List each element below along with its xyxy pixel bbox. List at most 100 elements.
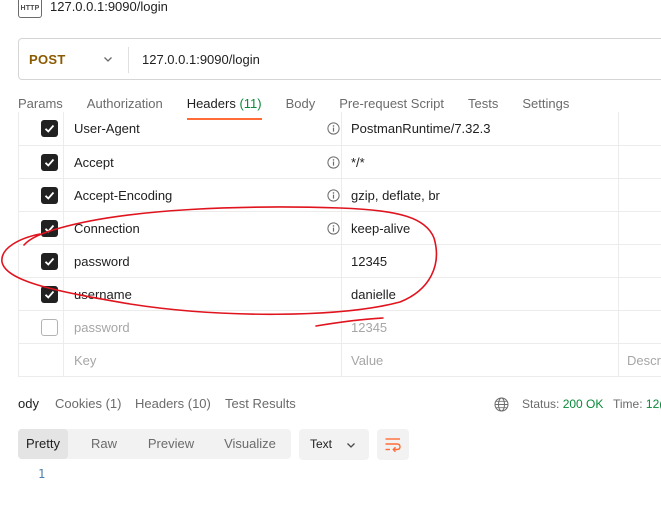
info-icon[interactable] — [327, 222, 340, 235]
table-row: Connection keep-alive — [18, 212, 661, 245]
row-checkbox[interactable] — [41, 319, 58, 336]
header-key: username — [74, 287, 132, 302]
view-preview-button[interactable]: Preview — [138, 429, 204, 459]
row-checkbox-cell — [19, 212, 64, 245]
header-key: Connection — [74, 221, 140, 236]
tab-response-body[interactable]: ody — [18, 396, 39, 411]
description-cell[interactable] — [619, 311, 661, 344]
description-cell[interactable] — [619, 245, 661, 278]
wrap-lines-button[interactable] — [377, 429, 409, 460]
row-checkbox[interactable] — [41, 154, 58, 171]
info-icon[interactable] — [327, 156, 340, 169]
row-checkbox[interactable] — [41, 120, 58, 137]
value-cell[interactable]: 12345 — [342, 311, 619, 344]
method-select[interactable]: POST — [29, 39, 66, 79]
value-cell[interactable]: 12345 — [342, 245, 619, 278]
chevron-down-icon[interactable] — [103, 54, 113, 64]
check-icon — [44, 257, 55, 266]
value-cell[interactable]: keep-alive — [342, 212, 619, 245]
time-label: Time: — [613, 397, 643, 411]
url-bar: POST 127.0.0.1:9090/login — [18, 38, 661, 80]
response-view-toggle: Pretty Raw Preview Visualize — [18, 429, 291, 459]
tab-headers-label: Headers — [186, 96, 236, 111]
row-checkbox-cell — [19, 146, 64, 179]
row-checkbox-cell — [19, 311, 64, 344]
new-value-input[interactable]: Value — [342, 344, 619, 377]
row-checkbox-cell — [19, 112, 64, 146]
info-icon[interactable] — [327, 122, 340, 135]
key-placeholder: Key — [74, 353, 97, 368]
header-value: keep-alive — [351, 221, 411, 236]
response-status[interactable]: Status: 200 OK — [522, 397, 603, 411]
key-cell[interactable]: Accept — [64, 146, 342, 179]
header-value: PostmanRuntime/7.32.3 — [351, 121, 491, 136]
check-icon — [44, 290, 55, 299]
table-row: username danielle — [18, 278, 661, 311]
description-cell[interactable] — [619, 278, 661, 311]
view-pretty-button[interactable]: Pretty — [18, 429, 68, 459]
line-number: 1 — [38, 467, 46, 481]
header-value: danielle — [351, 287, 396, 302]
row-checkbox[interactable] — [41, 253, 58, 270]
wrap-lines-icon — [385, 438, 401, 453]
response-format-select[interactable]: Text — [299, 429, 369, 460]
key-cell[interactable]: Connection — [64, 212, 342, 245]
new-description-input[interactable]: Descri — [619, 344, 661, 377]
key-cell[interactable]: password — [64, 311, 342, 344]
header-value: gzip, deflate, br — [351, 188, 440, 203]
row-checkbox[interactable] — [41, 286, 58, 303]
value-cell[interactable]: gzip, deflate, br — [342, 179, 619, 212]
description-cell[interactable] — [619, 212, 661, 245]
check-icon — [44, 191, 55, 200]
key-cell[interactable]: username — [64, 278, 342, 311]
header-key: User-Agent — [74, 121, 140, 136]
info-icon[interactable] — [327, 189, 340, 202]
request-tab-header[interactable]: HTTP 127.0.0.1:9090/login — [0, 0, 661, 20]
view-raw-button[interactable]: Raw — [78, 429, 130, 459]
status-label: Status: — [522, 397, 560, 411]
row-checkbox-cell — [19, 278, 64, 311]
description-cell[interactable] — [619, 179, 661, 212]
check-icon — [44, 158, 55, 167]
row-checkbox-cell — [19, 179, 64, 212]
description-cell[interactable] — [619, 112, 661, 145]
new-key-input[interactable]: Key — [64, 344, 342, 377]
header-key: Accept — [74, 155, 114, 170]
request-title[interactable]: 127.0.0.1:9090/login — [50, 0, 168, 14]
table-row: password 12345 — [18, 311, 661, 344]
description-cell[interactable] — [619, 146, 661, 179]
check-icon — [44, 124, 55, 133]
header-key: password — [74, 320, 130, 335]
tab-response-cookies[interactable]: Cookies (1) — [55, 396, 121, 411]
header-value: 12345 — [351, 320, 388, 335]
key-cell[interactable]: password — [64, 245, 342, 278]
chevron-down-icon — [347, 443, 355, 448]
headers-table: User-Agent PostmanRuntime/7.32.3 Accept … — [18, 112, 661, 377]
row-checkbox-cell — [19, 344, 64, 377]
time-value: 12( — [645, 397, 661, 411]
value-placeholder: Value — [351, 353, 384, 368]
tab-test-results[interactable]: Test Results — [225, 396, 296, 411]
tab-response-headers[interactable]: Headers (10) — [135, 396, 211, 411]
header-key: Accept-Encoding — [74, 188, 173, 203]
table-row-new: Key Value Descri — [18, 344, 661, 377]
tab-headers-count: (11) — [239, 96, 262, 111]
response-time[interactable]: Time: 12( — [613, 397, 661, 411]
row-checkbox[interactable] — [41, 220, 58, 237]
globe-icon[interactable] — [494, 397, 509, 412]
row-checkbox-cell — [19, 245, 64, 278]
http-icon-label: HTTP — [20, 5, 40, 12]
http-request-icon: HTTP — [18, 0, 42, 18]
url-input[interactable]: 127.0.0.1:9090/login — [142, 39, 260, 79]
header-key: password — [74, 254, 130, 269]
value-cell[interactable]: PostmanRuntime/7.32.3 — [342, 112, 619, 146]
table-row: Accept-Encoding gzip, deflate, br — [18, 179, 661, 212]
header-value: */* — [351, 155, 365, 170]
value-cell[interactable]: */* — [342, 146, 619, 179]
key-cell[interactable]: Accept-Encoding — [64, 179, 342, 212]
view-visualize-button[interactable]: Visualize — [214, 429, 286, 459]
key-cell[interactable]: User-Agent — [64, 112, 342, 146]
format-value: Text — [310, 437, 333, 451]
value-cell[interactable]: danielle — [342, 278, 619, 311]
row-checkbox[interactable] — [41, 187, 58, 204]
